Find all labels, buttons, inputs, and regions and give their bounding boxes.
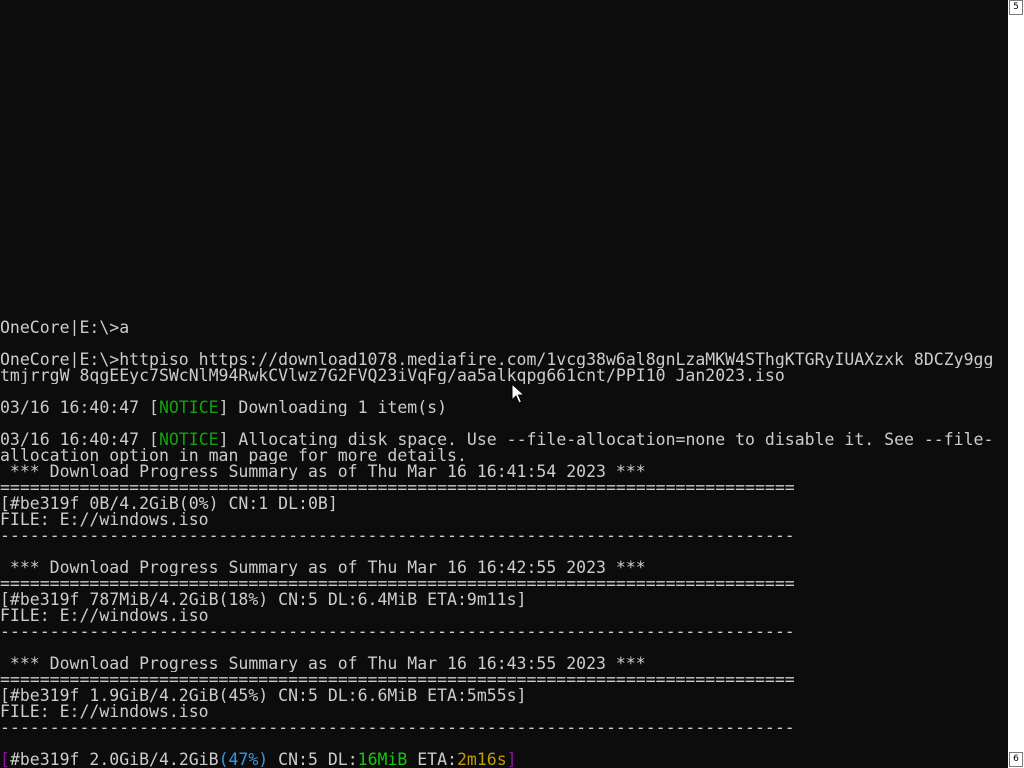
terminal-text-segment: 2m16s — [456, 752, 507, 768]
terminal-text-segment: 16MiB — [357, 752, 408, 768]
file-line: FILE: E://windows.iso — [0, 608, 1008, 624]
terminal-text-segment: NOTICE — [158, 400, 219, 416]
terminal-text-segment: ----------------------------------------… — [0, 624, 795, 640]
terminal-text-segment: *** Download Progress Summary as of Thu … — [0, 656, 646, 672]
separator-double: ========================================… — [0, 672, 1008, 688]
terminal-text-segment: [#be319f 787MiB/4.2GiB(18%) CN:5 DL:6.4M… — [0, 592, 527, 608]
terminal-text-segment: allocation option in man page for more d… — [0, 448, 467, 464]
separator-single: ----------------------------------------… — [0, 720, 1008, 736]
progress-line: [#be319f 0B/4.2GiB(0%) CN:1 DL:0B] — [0, 496, 1008, 512]
terminal-text-segment: ] Downloading 1 item(s) — [218, 400, 448, 416]
terminal-text-segment: ] Allocating disk space. Use --file-allo… — [218, 432, 994, 448]
terminal-window[interactable]: OneCore|E:\>a OneCore|E:\>httpiso https:… — [0, 0, 1008, 768]
terminal-text-segment: ========================================… — [0, 576, 795, 592]
terminal-text-segment: OneCore|E:\>httpiso https://download1078… — [0, 352, 994, 368]
terminal-text-segment: ----------------------------------------… — [0, 528, 795, 544]
terminal-text-segment: [ — [0, 752, 10, 768]
terminal-text-segment: *** Download Progress Summary as of Thu … — [0, 464, 646, 480]
terminal-text-segment: OneCore|E:\>a — [0, 320, 130, 336]
terminal-text-segment: ETA: — [407, 752, 457, 768]
terminal-line: 03/16 16:40:47 [NOTICE] Downloading 1 it… — [0, 400, 1008, 416]
terminal-line: 03/16 16:40:47 [NOTICE] Allocating disk … — [0, 432, 1008, 448]
separator-double: ========================================… — [0, 576, 1008, 592]
terminal-text-segment: ========================================… — [0, 480, 795, 496]
terminal-text-segment: ----------------------------------------… — [0, 720, 795, 736]
separator-single: ----------------------------------------… — [0, 528, 1008, 544]
summary-header: *** Download Progress Summary as of Thu … — [0, 560, 1008, 576]
terminal-text-segment: NOTICE — [158, 432, 219, 448]
scrollbar-bottom-marker[interactable]: 6 — [1009, 752, 1023, 767]
terminal-text-segment: 03/16 16:40:47 [ — [0, 432, 159, 448]
terminal-text-segment: [#be319f 0B/4.2GiB(0%) CN:1 DL:0B] — [0, 496, 338, 512]
terminal-text-segment: *** Download Progress Summary as of Thu … — [0, 560, 646, 576]
file-line: FILE: E://windows.iso — [0, 704, 1008, 720]
terminal-line: allocation option in man page for more d… — [0, 448, 1008, 464]
terminal-text-segment: (47%) — [218, 752, 269, 768]
terminal-text-segment: ========================================… — [0, 672, 795, 688]
vertical-scrollbar[interactable] — [1008, 0, 1024, 768]
terminal-line: tmjrrgW_8qgEEyc7SWcNlM94RwkCVlwz7G2FVQ23… — [0, 368, 1008, 384]
progress-line: [#be319f 1.9GiB/4.2GiB(45%) CN:5 DL:6.6M… — [0, 688, 1008, 704]
terminal-line: OneCore|E:\>a — [0, 320, 1008, 336]
summary-header: *** Download Progress Summary as of Thu … — [0, 656, 1008, 672]
file-line: FILE: E://windows.iso — [0, 512, 1008, 528]
terminal-text-segment: 03/16 16:40:47 [ — [0, 400, 159, 416]
terminal-text-segment: tmjrrgW_8qgEEyc7SWcNlM94RwkCVlwz7G2FVQ23… — [0, 368, 785, 384]
terminal-text-segment: CN:5 DL: — [268, 752, 358, 768]
scrollbar-top-marker[interactable]: 5 — [1009, 0, 1023, 15]
terminal-text-segment: FILE: E://windows.iso — [0, 704, 209, 720]
terminal-text-segment: ] — [506, 752, 517, 768]
terminal-text-segment: FILE: E://windows.iso — [0, 512, 209, 528]
terminal-text-segment: [#be319f 1.9GiB/4.2GiB(45%) CN:5 DL:6.6M… — [0, 688, 527, 704]
terminal-text-segment: FILE: E://windows.iso — [0, 608, 209, 624]
mouse-pointer-icon — [511, 383, 525, 404]
terminal-line: OneCore|E:\>httpiso https://download1078… — [0, 352, 1008, 368]
live-progress-line: [#be319f 2.0GiB/4.2GiB(47%) CN:5 DL:16Mi… — [0, 752, 1008, 768]
summary-header: *** Download Progress Summary as of Thu … — [0, 464, 1008, 480]
separator-double: ========================================… — [0, 480, 1008, 496]
terminal-text-segment: #be319f 2.0GiB/4.2GiB — [9, 752, 219, 768]
progress-line: [#be319f 787MiB/4.2GiB(18%) CN:5 DL:6.4M… — [0, 592, 1008, 608]
separator-single: ----------------------------------------… — [0, 624, 1008, 640]
